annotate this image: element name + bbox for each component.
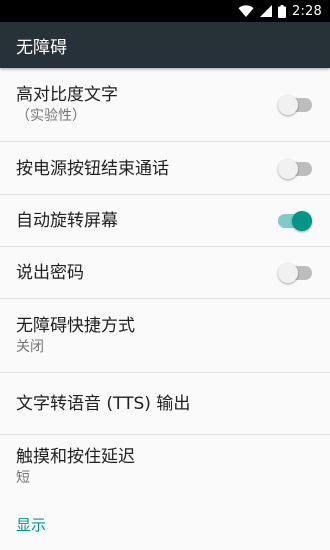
high-contrast-text-switch[interactable] — [278, 95, 312, 115]
setting-auto-rotate-screen[interactable]: 自动旋转屏幕 — [0, 195, 330, 247]
signal-icon — [260, 5, 272, 17]
setting-title: 按电源按钮结束通话 — [16, 158, 169, 179]
setting-accessibility-shortcut[interactable]: 无障碍快捷方式 关闭 — [0, 299, 330, 373]
setting-summary: （实验性） — [16, 108, 86, 124]
status-time: 2:28 — [292, 3, 322, 19]
setting-power-button-ends-call[interactable]: 按电源按钮结束通话 — [0, 142, 330, 195]
page-title: 无障碍 — [16, 37, 67, 58]
setting-speak-passwords[interactable]: 说出密码 — [0, 247, 330, 299]
setting-tts-output[interactable]: 文字转语音 (TTS) 输出 — [0, 373, 330, 435]
app-bar: 无障碍 — [0, 22, 330, 68]
auto-rotate-screen-switch[interactable] — [278, 211, 312, 231]
setting-title: 无障碍快捷方式 — [16, 316, 135, 336]
speak-passwords-switch[interactable] — [278, 263, 312, 283]
battery-icon — [278, 4, 286, 18]
setting-summary: 关闭 — [16, 339, 44, 355]
section-header-display: 显示 — [16, 516, 47, 534]
setting-high-contrast-text[interactable]: 高对比度文字 （实验性） — [0, 68, 330, 142]
power-button-ends-call-switch[interactable] — [278, 158, 312, 179]
setting-title: 自动旋转屏幕 — [16, 211, 118, 231]
status-bar: 2:28 — [0, 0, 330, 22]
wifi-icon — [238, 5, 254, 17]
setting-title: 触摸和按住延迟 — [16, 447, 135, 467]
setting-title: 高对比度文字 — [16, 85, 118, 105]
setting-title: 文字转语音 (TTS) 输出 — [16, 394, 191, 414]
setting-title: 说出密码 — [16, 263, 84, 283]
status-icons — [238, 4, 286, 18]
setting-summary: 短 — [16, 470, 30, 486]
setting-touch-hold-delay[interactable]: 触摸和按住延迟 短 — [0, 435, 330, 499]
